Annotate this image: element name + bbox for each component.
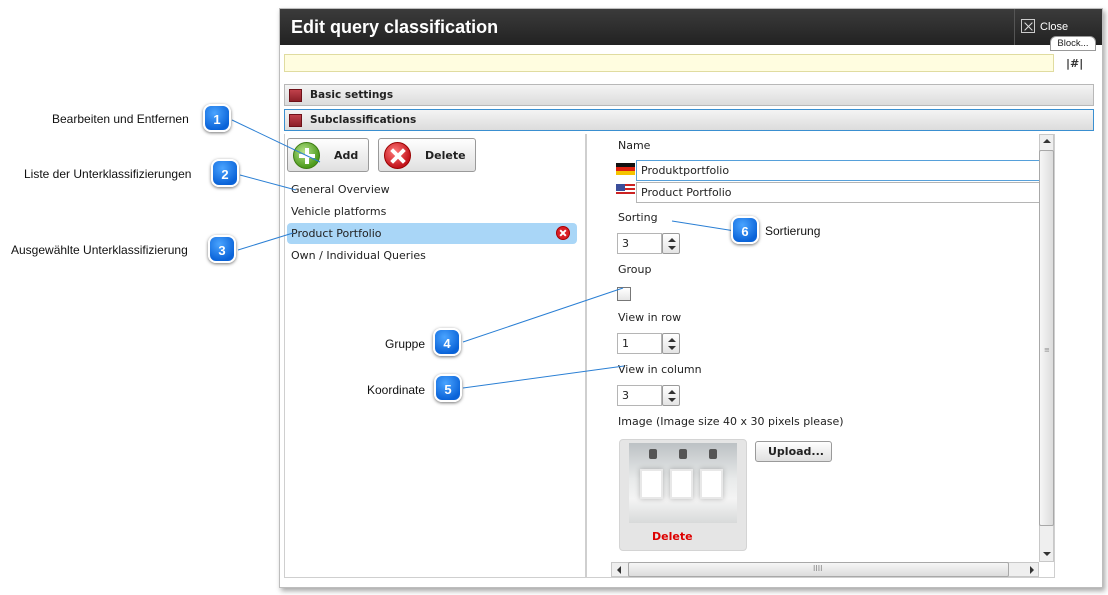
- accordion-basic-settings[interactable]: Basic settings: [284, 84, 1094, 106]
- picture-frame: [640, 469, 663, 499]
- spin-up-icon[interactable]: [668, 390, 676, 394]
- callout-text-5: Koordinate: [367, 383, 426, 397]
- scroll-right-icon[interactable]: [1024, 562, 1039, 577]
- plus-icon: [293, 142, 320, 169]
- name-de-input[interactable]: Produktportfolio: [636, 160, 1040, 181]
- name-label: Name: [618, 139, 651, 152]
- sorting-input[interactable]: 3: [617, 233, 662, 254]
- view-col-stepper[interactable]: [662, 385, 680, 406]
- callout-badge-5: 5: [434, 374, 462, 402]
- picture-frame: [670, 469, 693, 499]
- callout-text-4: Gruppe: [385, 337, 426, 351]
- close-icon[interactable]: [1021, 19, 1035, 33]
- gallery-image: [629, 443, 737, 523]
- delete-button-label: Delete: [425, 149, 466, 162]
- spin-up-icon[interactable]: [668, 238, 676, 242]
- callout-badge-3: 3: [208, 235, 236, 263]
- spin-down-icon[interactable]: [668, 398, 676, 402]
- accordion-label: Subclassifications: [310, 114, 417, 126]
- callout-text-3: Ausgewählte Unterklassifizierung: [11, 243, 188, 257]
- picture-frame: [700, 469, 723, 499]
- sorting-label: Sorting: [618, 211, 658, 224]
- vertical-scroll-thumb[interactable]: ≡: [1039, 150, 1054, 526]
- close-label[interactable]: Close: [1040, 21, 1068, 33]
- group-checkbox[interactable]: [617, 287, 631, 301]
- upload-button[interactable]: Upload...: [755, 441, 832, 462]
- list-item-general-overview[interactable]: General Overview: [291, 183, 390, 196]
- hash-link[interactable]: |#|: [1066, 57, 1083, 70]
- callout-text-6: Sortierung: [765, 224, 821, 238]
- german-flag-icon: [616, 163, 635, 175]
- add-button[interactable]: Add: [287, 138, 369, 172]
- sorting-stepper[interactable]: [662, 233, 680, 254]
- horizontal-scroll-thumb[interactable]: IIII: [628, 562, 1009, 577]
- list-item-product-portfolio[interactable]: Product Portfolio: [291, 227, 382, 240]
- scroll-down-icon[interactable]: [1039, 546, 1054, 561]
- delete-button[interactable]: Delete: [378, 138, 476, 172]
- remove-item-icon[interactable]: [556, 226, 570, 240]
- info-bar: [284, 54, 1054, 72]
- expand-icon: [289, 89, 302, 102]
- scroll-left-icon[interactable]: [612, 562, 627, 577]
- group-label: Group: [618, 263, 652, 276]
- callout-badge-4: 4: [433, 328, 461, 356]
- upload-button-label: Upload...: [768, 445, 824, 458]
- callout-badge-6: 6: [731, 216, 759, 244]
- callout-text-2: Liste der Unterklassifizierungen: [24, 167, 192, 181]
- accordion-label: Basic settings: [310, 89, 394, 101]
- name-en-input[interactable]: Product Portfolio: [636, 182, 1040, 203]
- delete-icon: [384, 142, 411, 169]
- view-col-label: View in column: [618, 363, 702, 376]
- image-label: Image (Image size 40 x 30 pixels please): [618, 415, 844, 428]
- scroll-up-icon[interactable]: [1039, 134, 1054, 149]
- spin-down-icon[interactable]: [668, 346, 676, 350]
- accordion-subclassifications[interactable]: Subclassifications: [284, 109, 1094, 131]
- lamp-icon: [709, 449, 717, 459]
- list-item-vehicle-platforms[interactable]: Vehicle platforms: [291, 205, 386, 218]
- expand-icon: [289, 114, 302, 127]
- view-col-input[interactable]: 3: [617, 385, 662, 406]
- dialog-title: Edit query classification: [291, 17, 499, 37]
- subclass-list-panel: [284, 134, 586, 578]
- image-delete-link[interactable]: Delete: [652, 530, 693, 543]
- spin-down-icon[interactable]: [668, 246, 676, 250]
- us-flag-icon: [616, 184, 635, 196]
- lamp-icon: [649, 449, 657, 459]
- spin-up-icon[interactable]: [668, 338, 676, 342]
- callout-badge-1: 1: [203, 104, 231, 132]
- view-row-input[interactable]: 1: [617, 333, 662, 354]
- lamp-icon: [679, 449, 687, 459]
- add-button-label: Add: [334, 149, 359, 162]
- view-row-stepper[interactable]: [662, 333, 680, 354]
- scroll-grip: IIII: [813, 564, 823, 573]
- block-tab[interactable]: Block...: [1050, 36, 1096, 51]
- callout-text-1: Bearbeiten und Entfernen: [52, 112, 189, 126]
- callout-badge-2: 2: [211, 159, 239, 187]
- view-row-label: View in row: [618, 311, 682, 324]
- list-item-own-queries[interactable]: Own / Individual Queries: [291, 249, 426, 262]
